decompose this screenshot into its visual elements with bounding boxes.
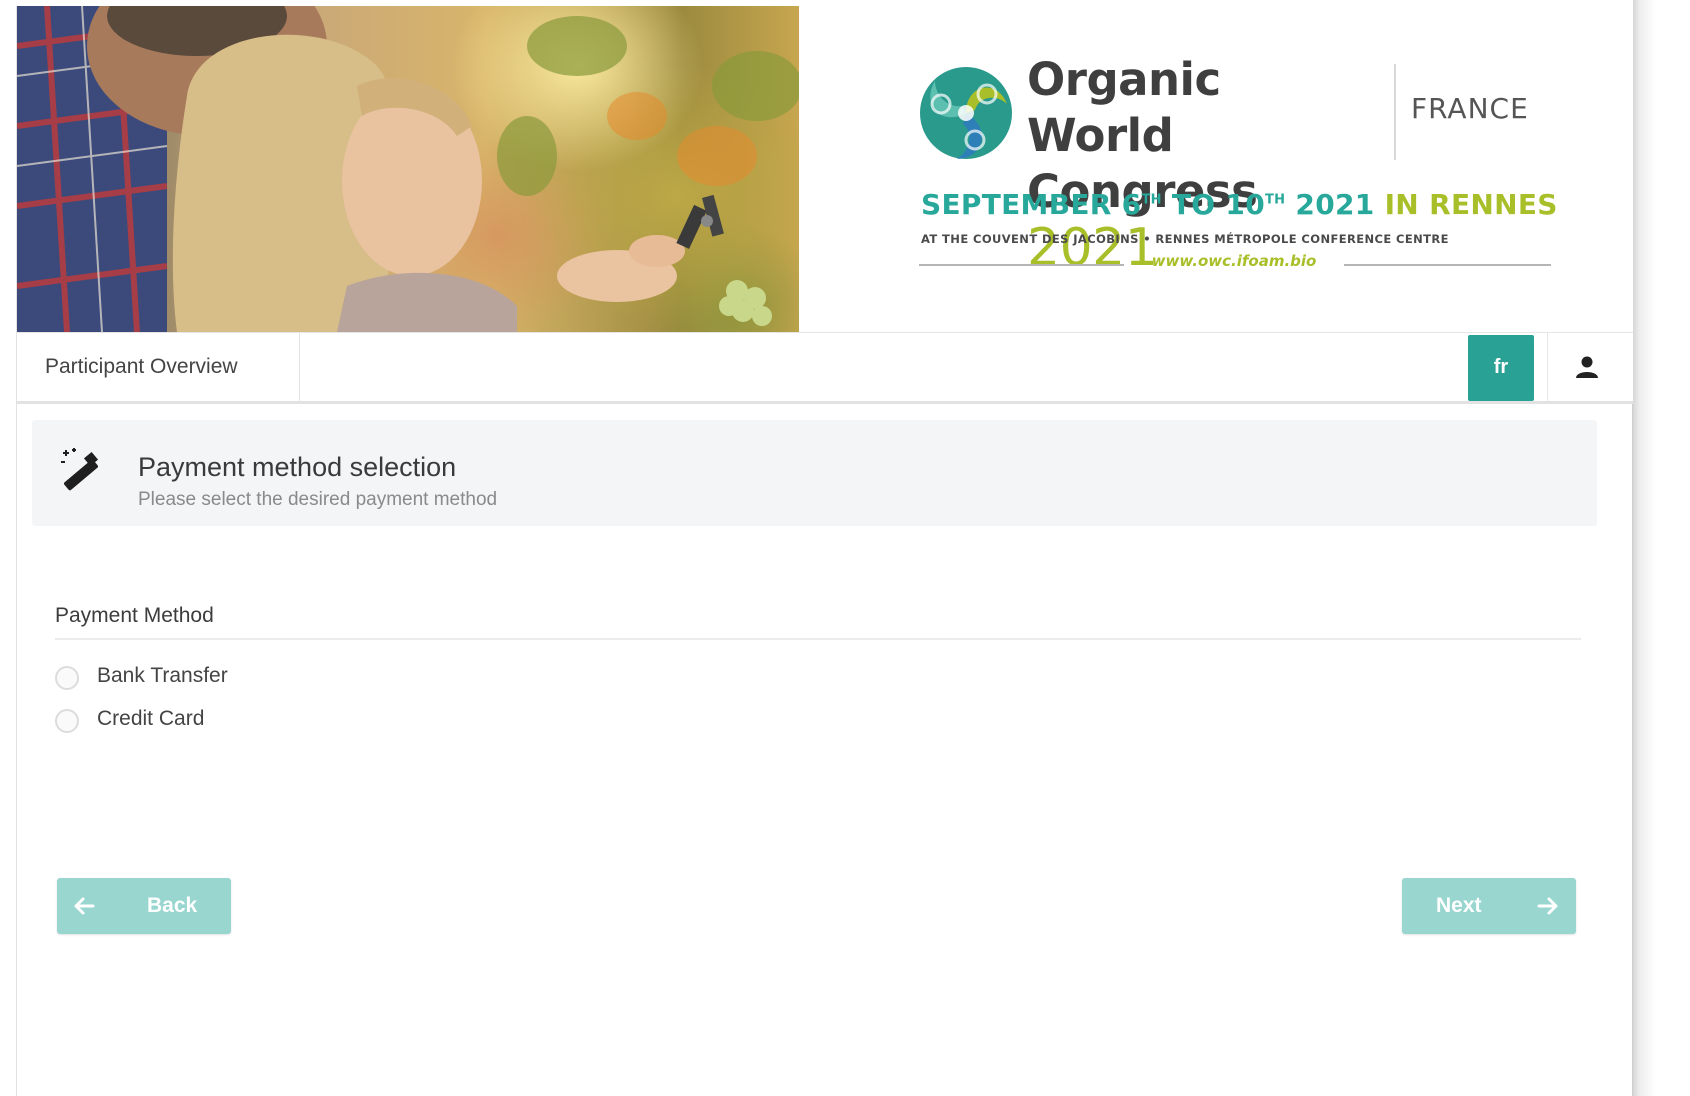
logo-web-row: www.owc.ifoam.bio	[919, 252, 1551, 276]
dates-mid: TO 10	[1161, 188, 1265, 221]
triskelion-logo-icon	[920, 67, 1012, 159]
magic-wand-icon	[61, 448, 99, 491]
language-button[interactable]: fr	[1468, 335, 1534, 401]
dates-sup1: TH	[1141, 192, 1162, 208]
logo-title-line1: Organic World	[1027, 53, 1221, 162]
page-shadow	[1633, 0, 1690, 1096]
payment-method-label: Payment Method	[55, 604, 214, 627]
web-rule-left	[919, 264, 1124, 266]
radio-circle[interactable]	[55, 709, 79, 733]
header-banner: Organic World Congress 2021 FRANCE SEPTE…	[17, 6, 1633, 332]
logo-country: FRANCE	[1411, 92, 1529, 125]
user-icon	[1576, 356, 1598, 378]
radio-circle[interactable]	[55, 666, 79, 690]
back-button[interactable]: Back	[57, 878, 231, 934]
logo-divider	[1394, 64, 1396, 160]
tab-participant-overview[interactable]: Participant Overview	[17, 333, 300, 401]
user-menu-button[interactable]	[1547, 333, 1627, 401]
event-venue: AT THE COUVENT DES JACOBINS • RENNES MÉT…	[921, 232, 1449, 246]
dates-sup2: TH	[1265, 192, 1286, 208]
web-rule-right	[1344, 264, 1551, 266]
next-button[interactable]: Next	[1402, 878, 1576, 934]
radio-label[interactable]: Bank Transfer	[97, 664, 228, 688]
step-title: Payment method selection	[138, 452, 457, 482]
congress-logo: Organic World Congress 2021 FRANCE SEPTE…	[917, 46, 1557, 306]
registration-card: Organic World Congress 2021 FRANCE SEPTE…	[16, 6, 1633, 1096]
dates-year: 2021	[1285, 188, 1385, 221]
radio-credit-card[interactable]: Credit Card	[55, 703, 455, 739]
back-button-label: Back	[147, 894, 198, 917]
event-website: www.owc.ifoam.bio	[1151, 252, 1317, 270]
step-subtitle: Please select the desired payment method	[138, 489, 498, 510]
top-navbar: Participant Overview fr	[17, 332, 1633, 404]
next-button-label: Next	[1436, 894, 1482, 917]
step-header: Payment method selection Please select t…	[32, 420, 1597, 526]
field-divider	[55, 638, 1581, 640]
dates-city: IN RENNES	[1384, 188, 1558, 221]
radio-bank-transfer[interactable]: Bank Transfer	[55, 660, 455, 696]
radio-label[interactable]: Credit Card	[97, 707, 204, 731]
arrow-left-icon	[74, 897, 95, 915]
event-dates: SEPTEMBER 6TH TO 10TH 2021 IN RENNES	[921, 188, 1557, 221]
banner-photo	[17, 6, 799, 332]
dates-prefix: SEPTEMBER 6	[921, 188, 1142, 221]
arrow-right-icon	[1537, 897, 1558, 915]
